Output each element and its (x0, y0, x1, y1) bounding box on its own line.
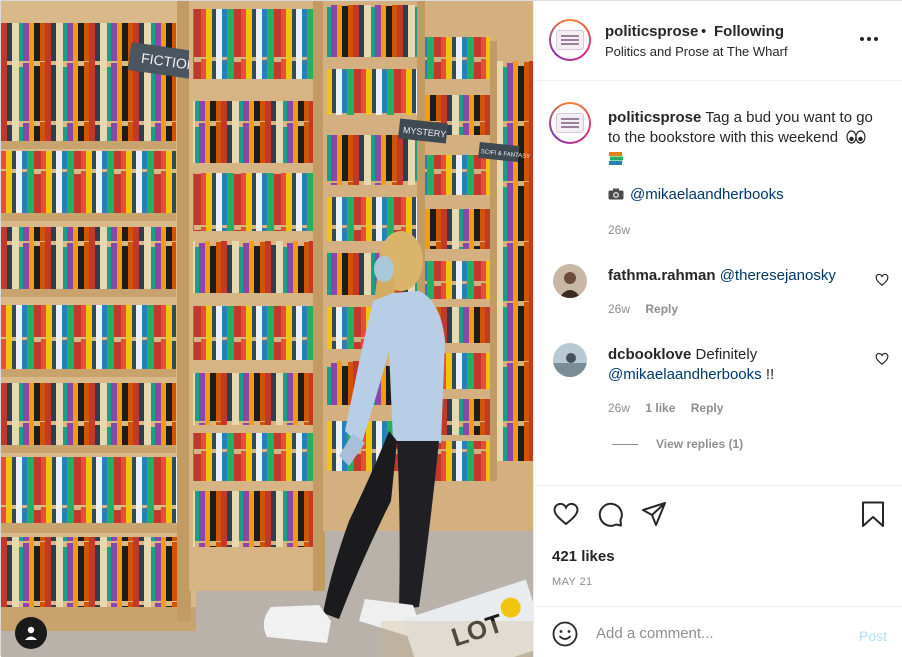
instagram-post-modal: FICTION MYSTERY SCIFI & FANTASY LOT poli… (0, 0, 902, 657)
comment-like-heart-icon[interactable] (875, 352, 889, 366)
comment-suffix: !! (765, 366, 775, 383)
comment-text: fathma.rahman @theresejanosky (608, 266, 858, 286)
view-replies-label: View replies (1) (656, 437, 744, 451)
reply-button[interactable]: Reply (645, 302, 678, 316)
bookstore-photo: FICTION MYSTERY SCIFI & FANTASY LOT (1, 1, 533, 657)
comment-icon[interactable] (596, 500, 624, 528)
comment-meta: 26w Reply (608, 302, 690, 316)
post-date[interactable]: MAY 21 (552, 576, 593, 588)
more-options-icon[interactable] (857, 29, 881, 49)
comment-timestamp[interactable]: 26w (608, 302, 630, 316)
post-actions: 421 likes MAY 21 (534, 485, 902, 605)
post-photo[interactable]: FICTION MYSTERY SCIFI & FANTASY LOT (1, 1, 533, 657)
replies-divider (612, 443, 638, 445)
comment-like-heart-icon[interactable] (875, 273, 889, 287)
comment-avatar[interactable] (553, 264, 587, 298)
comment-timestamp[interactable]: 26w (608, 401, 630, 415)
post-side-panel: politicsprose • Following Politics and P… (533, 1, 902, 657)
comment-text: dcbooklove Definitely @mikaelaandherbook… (608, 345, 858, 385)
post-comment-button[interactable]: Post (859, 628, 887, 644)
comment-input[interactable] (596, 620, 846, 646)
comment-avatar[interactable] (553, 343, 587, 377)
comment-body: Definitely (695, 346, 758, 363)
likes-count[interactable]: 421 likes (552, 548, 615, 565)
comment-username[interactable]: fathma.rahman (608, 267, 716, 284)
comment-meta: 26w 1 like Reply (608, 401, 735, 415)
avatar[interactable] (549, 19, 591, 61)
like-heart-icon[interactable] (552, 500, 580, 528)
header-separator: • (701, 23, 707, 40)
politicsprose-logo-icon (556, 30, 584, 50)
caption-credit: @mikaelaandherbooks (608, 186, 784, 203)
books-icon (609, 152, 623, 165)
caption-avatar[interactable] (549, 102, 591, 144)
emoji-icon[interactable] (552, 621, 578, 647)
view-replies-button[interactable]: View replies (1) (612, 437, 743, 451)
comment-mention-link[interactable]: @mikaelaandherbooks (608, 366, 762, 383)
reply-button[interactable]: Reply (691, 401, 724, 415)
comment-likes-count[interactable]: 1 like (645, 401, 675, 415)
person-tag-icon[interactable] (15, 617, 47, 649)
caption-mention-link[interactable]: @mikaelaandherbooks (630, 186, 784, 203)
share-direct-icon[interactable] (640, 500, 668, 528)
comment-username[interactable]: dcbooklove (608, 346, 691, 363)
add-comment-bar: Post (534, 606, 902, 657)
save-bookmark-icon[interactable] (859, 500, 887, 528)
post-location[interactable]: Politics and Prose at The Wharf (605, 44, 788, 59)
caption: politicsprose Tag a bud you want to go t… (608, 108, 888, 166)
caption-username[interactable]: politicsprose (608, 109, 701, 126)
comments-list[interactable]: politicsprose Tag a bud you want to go t… (534, 82, 902, 484)
eyes-icon (846, 130, 866, 144)
politicsprose-logo-icon (556, 113, 584, 133)
following-button[interactable]: Following (714, 23, 784, 40)
post-header: politicsprose • Following Politics and P… (534, 1, 902, 81)
camera-icon (608, 188, 624, 200)
comment-mention-link[interactable]: @theresejanosky (720, 267, 836, 284)
post-author-username[interactable]: politicsprose (605, 23, 698, 40)
caption-timestamp[interactable]: 26w (608, 223, 630, 237)
